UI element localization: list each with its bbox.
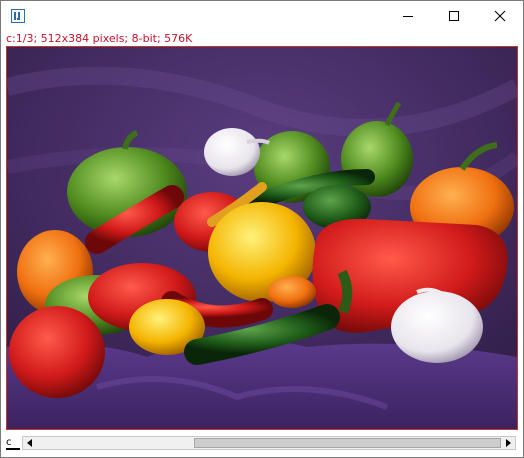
close-button[interactable]	[477, 1, 523, 31]
maximize-button[interactable]	[431, 1, 477, 31]
slider-track[interactable]	[37, 437, 501, 449]
slider-right-button[interactable]	[501, 437, 515, 449]
imagej-app-icon[interactable]	[11, 9, 25, 23]
arrow-right-icon	[506, 439, 511, 447]
minimize-icon	[403, 16, 413, 17]
slider-left-button[interactable]	[23, 437, 37, 449]
channel-letter: c	[6, 437, 12, 448]
slider-thumb[interactable]	[194, 438, 501, 448]
image-window: c:1/3; 512x384 pixels; 8-bit; 576K c	[0, 0, 524, 458]
title-bar[interactable]	[1, 1, 523, 31]
image-canvas[interactable]	[6, 46, 518, 430]
minimize-button[interactable]	[385, 1, 431, 31]
close-icon	[494, 10, 506, 22]
channel-bar: c	[6, 435, 518, 451]
image-info-text: c:1/3; 512x384 pixels; 8-bit; 576K	[6, 32, 193, 45]
channel-slider[interactable]	[22, 436, 516, 450]
channel-label: c	[6, 435, 20, 451]
maximize-icon	[449, 11, 459, 21]
arrow-left-icon	[27, 439, 32, 447]
peppers-image	[7, 47, 517, 429]
